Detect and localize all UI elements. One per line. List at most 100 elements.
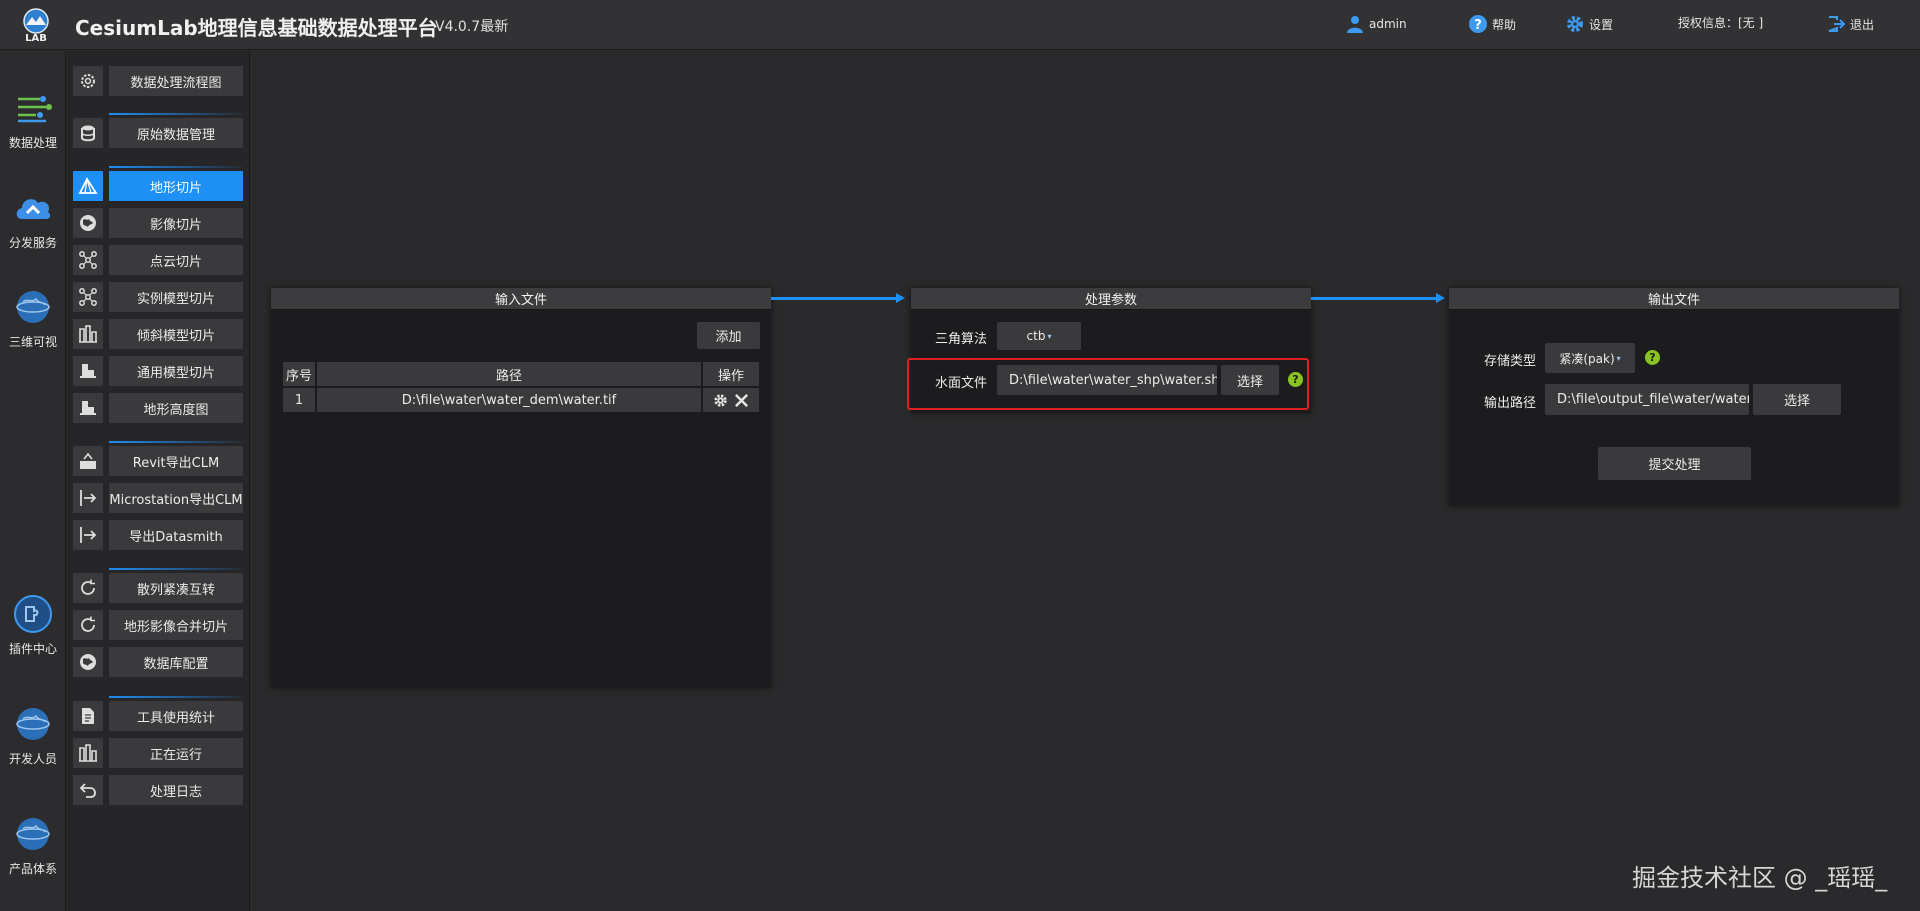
menu-item-process-log[interactable]: 处理日志	[73, 775, 249, 805]
row-index: 1	[283, 388, 315, 412]
app-version: V4.0.7最新	[435, 19, 509, 35]
export-arrow-icon	[80, 490, 97, 506]
earth-icon	[16, 291, 50, 323]
menu-label[interactable]: 散列紧凑互转	[109, 573, 243, 603]
building-icon	[79, 744, 97, 762]
menu-item-database-config[interactable]: 数据库配置	[73, 647, 249, 677]
rail-item-3d-view[interactable]: 三维可视	[0, 286, 66, 350]
storage-type-label: 存储类型	[1484, 354, 1537, 369]
menu-item-imagery-tiling[interactable]: 影像切片	[73, 208, 249, 238]
help-button[interactable]: ? 帮助	[1468, 14, 1516, 34]
building-icon	[79, 325, 97, 343]
algo-value: ctb	[1026, 329, 1046, 343]
menu-item-terrain-tiling[interactable]: 地形切片	[73, 171, 249, 201]
output-choose-button[interactable]: 选择	[1753, 384, 1841, 415]
menu-label[interactable]: 实例模型切片	[109, 282, 243, 312]
submit-button[interactable]: 提交处理	[1598, 447, 1751, 480]
plugin-icon	[14, 595, 52, 633]
earth-icon	[16, 818, 50, 850]
earth-icon	[16, 708, 50, 740]
menu-item-raw-data[interactable]: 原始数据管理	[73, 118, 249, 148]
menu-label[interactable]: Microstation导出CLM	[109, 483, 243, 513]
output-path-input[interactable]: D:\file\output_file\water/water.pak	[1545, 384, 1749, 415]
menu-item-hash-compact-convert[interactable]: 散列紧凑互转	[73, 573, 249, 603]
app-title: CesiumLab地理信息基础数据处理平台	[75, 16, 438, 40]
rail-label: 分发服务	[8, 236, 57, 250]
output-files-panel: 输出文件 存储类型 紧凑(pak) ▾ ? 输出路径 D:\file\outpu…	[1449, 288, 1899, 506]
algo-label: 三角算法	[935, 332, 988, 347]
menu-label[interactable]: 导出Datasmith	[109, 520, 243, 550]
menu-label[interactable]: Revit导出CLM	[109, 446, 243, 476]
menu-divider	[109, 696, 243, 698]
chevron-down-icon: ▾	[1616, 353, 1621, 363]
table-row: 1 D:\file\water\water_dem\water.tif	[283, 388, 759, 412]
user-menu[interactable]: admin	[1345, 14, 1407, 34]
menu-item-running[interactable]: 正在运行	[73, 738, 249, 768]
menu-item-revit-export[interactable]: Revit导出CLM	[73, 446, 249, 476]
menu-item-datasmith-export[interactable]: 导出Datasmith	[73, 520, 249, 550]
watermark: 掘金技术社区 @ _瑶瑶_	[1632, 864, 1888, 892]
menu-label[interactable]: 点云切片	[109, 245, 243, 275]
menu-label[interactable]: 影像切片	[109, 208, 243, 238]
rail-label: 开发人员	[8, 752, 57, 766]
menu-label[interactable]: 倾斜模型切片	[109, 319, 243, 349]
rail-item-plugins[interactable]: 插件中心	[0, 593, 66, 657]
algo-select[interactable]: ctb ▾	[997, 322, 1081, 350]
undo-icon	[79, 783, 96, 798]
storage-type-select[interactable]: 紧凑(pak) ▾	[1545, 343, 1635, 373]
delete-icon[interactable]	[734, 393, 749, 408]
logout-button[interactable]: 退出	[1826, 14, 1874, 34]
settings-button[interactable]: 设置	[1565, 14, 1613, 34]
license-text: 授权信息：[无 ]	[1678, 16, 1764, 30]
menu-item-terrain-imagery-merge[interactable]: 地形影像合并切片	[73, 610, 249, 640]
add-file-button[interactable]: 添加	[697, 322, 760, 349]
document-icon	[82, 708, 94, 724]
rail-label: 三维可视	[8, 335, 57, 349]
workflow-canvas: 输入文件 添加 序号 路径 操作 1 D:\file\water\water_d…	[251, 51, 1920, 911]
column-header: 路径	[317, 362, 701, 386]
menu-item-tool-stats[interactable]: 工具使用统计	[73, 701, 249, 731]
menu-label[interactable]: 工具使用统计	[109, 701, 243, 731]
menu-item-instance-model-tiling[interactable]: 实例模型切片	[73, 282, 249, 312]
menu-label[interactable]: 地形影像合并切片	[109, 610, 243, 640]
export-arrow-icon	[80, 527, 97, 543]
menu-item-flowchart[interactable]: 数据处理流程图	[73, 66, 249, 96]
menu-label[interactable]: 通用模型切片	[109, 356, 243, 386]
menu-label[interactable]: 数据处理流程图	[109, 66, 243, 96]
menu-label[interactable]: 地形切片	[109, 171, 243, 201]
menu-item-microstation-export[interactable]: Microstation导出CLM	[73, 483, 249, 513]
menu-label[interactable]: 处理日志	[109, 775, 243, 805]
rail-label: 插件中心	[8, 642, 57, 656]
user-name: admin	[1369, 17, 1407, 31]
svg-text:?: ?	[1474, 18, 1482, 33]
function-menu: 数据处理流程图 原始数据管理 地形切片 影像切片 点云切片 实例模型切片 倾斜模…	[67, 51, 250, 911]
column-header: 操作	[703, 362, 759, 386]
panel-title: 输出文件	[1449, 288, 1899, 310]
menu-item-general-model-tiling[interactable]: 通用模型切片	[73, 356, 249, 386]
menu-label[interactable]: 正在运行	[109, 738, 243, 768]
data-process-icon	[18, 96, 52, 123]
gear-icon	[81, 74, 95, 88]
input-files-table: 序号 路径 操作 1 D:\file\water\water_dem\water…	[281, 360, 761, 414]
menu-label[interactable]: 原始数据管理	[109, 118, 243, 148]
flow-arrow	[1311, 293, 1445, 303]
rail-item-developers[interactable]: 开发人员	[0, 703, 66, 767]
menu-item-oblique-model-tiling[interactable]: 倾斜模型切片	[73, 319, 249, 349]
license-info: 授权信息：[无 ]	[1678, 14, 1763, 31]
input-files-panel: 输入文件 添加 序号 路径 操作 1 D:\file\water\water_d…	[271, 288, 771, 688]
settings-label: 设置	[1589, 17, 1614, 32]
menu-item-terrain-heightmap[interactable]: 地形高度图	[73, 393, 249, 423]
storage-type-value: 紧凑(pak)	[1559, 351, 1615, 366]
menu-divider	[109, 568, 243, 570]
rail-label: 产品体系	[8, 862, 57, 876]
menu-label[interactable]: 地形高度图	[109, 393, 243, 423]
help-icon[interactable]: ?	[1645, 350, 1660, 365]
model-icon	[80, 364, 96, 378]
menu-item-pointcloud-tiling[interactable]: 点云切片	[73, 245, 249, 275]
gear-icon	[1567, 16, 1583, 32]
menu-label[interactable]: 数据库配置	[109, 647, 243, 677]
rail-item-products[interactable]: 产品体系	[0, 813, 66, 877]
gear-icon[interactable]	[713, 393, 728, 408]
rail-item-data-process[interactable]: 数据处理	[0, 87, 66, 151]
rail-item-distribution[interactable]: 分发服务	[0, 187, 66, 251]
